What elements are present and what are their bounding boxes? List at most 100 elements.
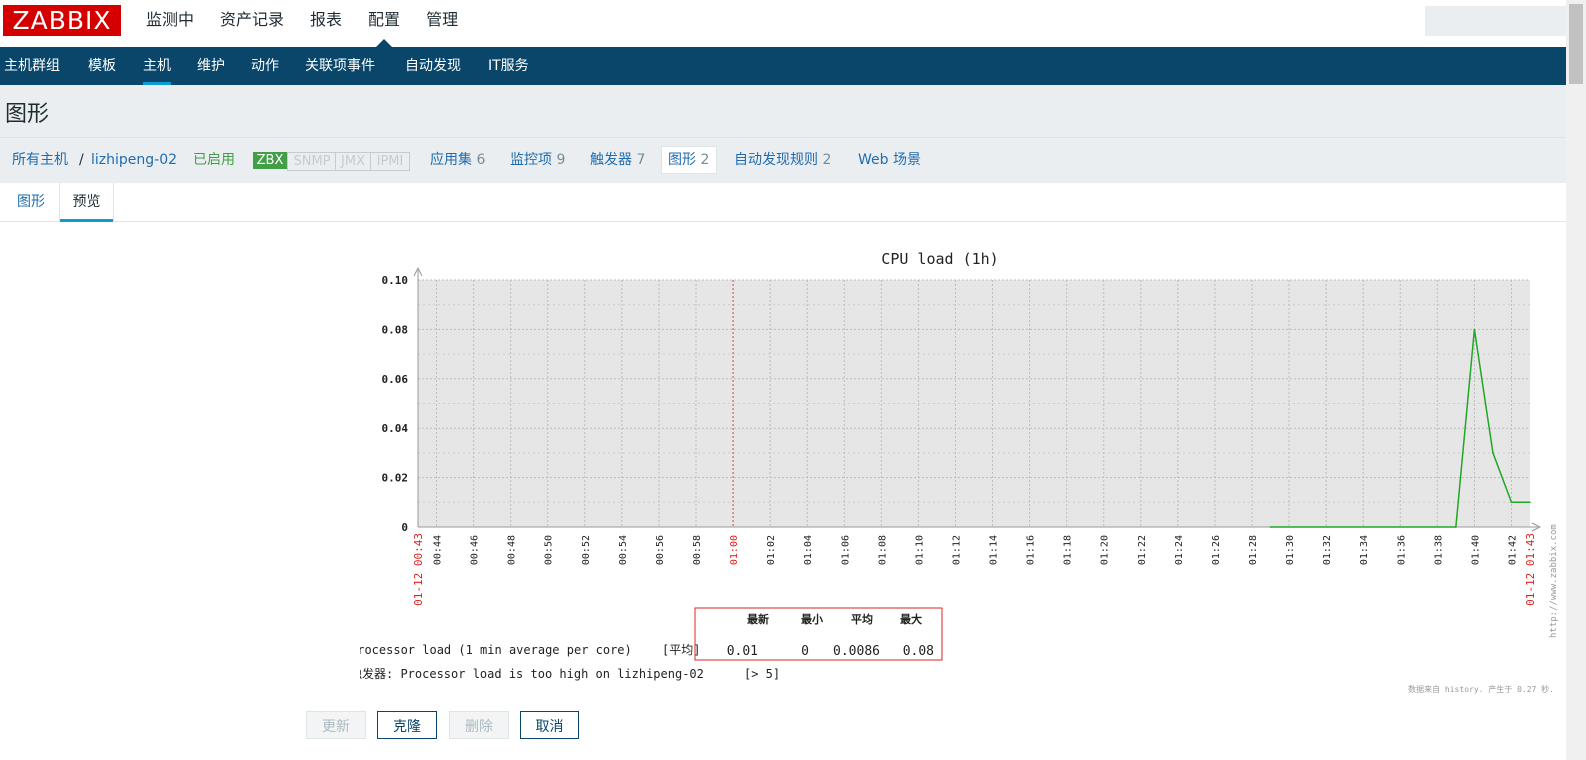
x-tick-label: 01:12 <box>951 535 962 565</box>
host-tab-triggers[interactable]: 触发器 7 <box>590 151 645 169</box>
sub-nav-actions[interactable]: 动作 <box>251 47 279 85</box>
main-nav-reports[interactable]: 报表 <box>297 0 355 47</box>
sub-nav-discovery[interactable]: 自动发现 <box>405 47 461 85</box>
x-tick-label: 01:34 <box>1359 535 1370 565</box>
x-tick-label: 00:56 <box>655 535 666 565</box>
series-point <box>1492 452 1494 454</box>
breadcrumb-host[interactable]: lizhipeng-02 <box>91 151 177 169</box>
x-tick-label: 01:40 <box>1470 535 1481 565</box>
y-tick-label: 0.04 <box>382 422 409 435</box>
y-tick-label: 0.02 <box>382 472 409 485</box>
breadcrumb-separator: / <box>79 152 84 168</box>
sub-nav-host-groups[interactable]: 主机群组 <box>4 47 60 85</box>
series-point <box>1269 526 1272 528</box>
tab-preview[interactable]: 预览 <box>59 183 114 222</box>
legend-stat-value: 0.01 <box>727 644 758 659</box>
legend-header: 最新 <box>747 612 769 626</box>
x-tick-label: 01:22 <box>1137 535 1148 565</box>
legend-header: 平均 <box>851 612 873 626</box>
x-start-label: 01-12 00:43 <box>412 533 425 606</box>
x-tick-label: 01:20 <box>1100 535 1111 565</box>
x-tick-label: 01:10 <box>914 535 925 565</box>
update-button[interactable]: 更新 <box>306 711 366 739</box>
badge-zbx: ZBX <box>253 152 287 169</box>
x-tick-label: 01:24 <box>1174 535 1185 565</box>
x-tick-label: 01:28 <box>1248 535 1259 565</box>
sub-nav-hosts[interactable]: 主机 <box>143 47 171 85</box>
series-point <box>1529 501 1531 504</box>
zabbix-logo[interactable]: ZABBIX <box>3 5 121 36</box>
breadcrumb-all-hosts[interactable]: 所有主机 <box>12 151 68 169</box>
legend-trigger-value: [> 5] <box>744 667 780 681</box>
vertical-scrollbar[interactable] <box>1566 0 1586 760</box>
tab-graph[interactable]: 图形 <box>5 183 57 221</box>
main-nav: 监测中 资产记录 报表 配置 管理 <box>133 0 471 47</box>
x-tick-label: 01:16 <box>1026 535 1037 565</box>
main-nav-configuration[interactable]: 配置 <box>355 0 413 47</box>
x-tick-label: 01:04 <box>803 535 814 565</box>
x-tick-label: 01:00 <box>729 535 740 565</box>
search-input[interactable] <box>1425 6 1566 36</box>
sub-nav-correlation[interactable]: 关联项事件 <box>305 47 375 85</box>
x-tick-label: 01:14 <box>989 535 1000 565</box>
chart-footer: 数据来自 history. 产生于 0.27 秒. <box>1408 684 1554 694</box>
x-tick-label: 01:18 <box>1063 535 1074 565</box>
scrollbar-thumb[interactable] <box>1569 4 1583 84</box>
form-tabs: 图形 预览 <box>0 183 1566 222</box>
x-tick-label: 01:38 <box>1433 535 1444 565</box>
legend-stat-value: 0 <box>801 644 809 659</box>
host-tab-applications[interactable]: 应用集 6 <box>430 151 485 169</box>
main-nav-inventory[interactable]: 资产记录 <box>207 0 297 47</box>
badge-ipmi: IPMI <box>370 152 410 171</box>
legend-stat-value: 0.0086 <box>833 644 880 659</box>
y-tick-label: 0.06 <box>382 373 409 386</box>
sub-nav-it-services[interactable]: IT服务 <box>488 47 529 85</box>
host-status-enabled[interactable]: 已启用 <box>193 151 235 169</box>
clone-button[interactable]: 克隆 <box>377 711 437 739</box>
sub-nav-templates[interactable]: 模板 <box>88 47 116 85</box>
host-tab-graphs[interactable]: 图形 2 <box>668 151 709 169</box>
series-point <box>1510 501 1513 504</box>
host-tab-discovery-rules[interactable]: 自动发现规则 2 <box>734 151 831 169</box>
badge-snmp: SNMP <box>287 152 337 171</box>
legend-stat-value: 0.08 <box>903 644 934 659</box>
x-tick-label: 00:46 <box>470 535 481 565</box>
x-tick-label: 01:02 <box>766 535 777 565</box>
host-tab-web-scenarios[interactable]: Web 场景 <box>858 151 921 169</box>
x-tick-label: 00:54 <box>618 535 629 565</box>
chart-watermark: http://www.zabbix.com <box>1549 524 1559 638</box>
cpu-load-graph: CPU load (1h) 0.10 0.08 0.06 0.04 0.02 0 00:44 0… <box>360 250 1559 694</box>
series-point <box>1455 526 1457 528</box>
x-end-label: 01-12 01:43 <box>1524 533 1537 606</box>
chart-title: CPU load (1h) <box>881 250 998 268</box>
y-tick-label: 0.10 <box>382 274 409 287</box>
y-tick-label: 0.08 <box>382 323 409 336</box>
page-header: 图形 <box>0 85 1566 138</box>
series-point <box>1473 328 1476 331</box>
main-nav-administration[interactable]: 管理 <box>413 0 471 47</box>
x-tick-label: 00:48 <box>507 535 518 565</box>
cancel-button[interactable]: 取消 <box>520 711 579 739</box>
x-tick-label: 01:08 <box>877 535 888 565</box>
legend-header: 最小 <box>801 612 823 626</box>
host-tab-items[interactable]: 监控项 9 <box>510 151 565 169</box>
x-tick-label: 01:30 <box>1285 535 1296 565</box>
y-tick-label: 0 <box>401 521 408 534</box>
x-tick-label: 01:26 <box>1211 535 1222 565</box>
badge-jmx: JMX <box>335 152 371 171</box>
legend-trigger-label: 触发器: Processor load is too high on lizhi… <box>360 666 704 681</box>
x-tick-label: 00:58 <box>692 535 703 565</box>
x-tick-label: 00:50 <box>544 535 555 565</box>
x-tick-label: 01:06 <box>840 535 851 565</box>
page-title: 图形 <box>5 102 50 127</box>
x-tick-label: 01:36 <box>1396 535 1407 565</box>
x-tick-label: 01:42 <box>1507 535 1518 565</box>
main-nav-monitoring[interactable]: 监测中 <box>133 0 207 47</box>
top-bar: ZABBIX 监测中 资产记录 报表 配置 管理 <box>0 0 1566 47</box>
legend-header: 最大 <box>900 612 922 626</box>
legend-series-label: Processor load (1 min average per core) <box>360 643 632 657</box>
delete-button[interactable]: 删除 <box>449 711 509 739</box>
x-tick-label: 00:44 <box>433 535 444 565</box>
x-tick-label: 00:52 <box>581 535 592 565</box>
sub-nav-maintenance[interactable]: 维护 <box>197 47 225 85</box>
